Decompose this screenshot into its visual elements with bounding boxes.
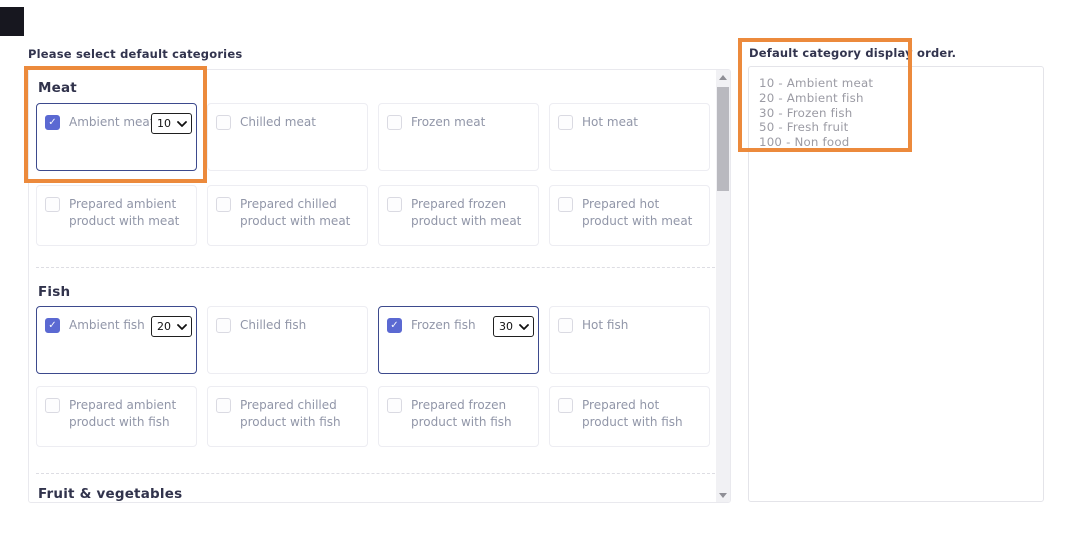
category-card-hot-meat[interactable]: Hot meat [549, 103, 710, 171]
category-card-chilled-meat[interactable]: Chilled meat [207, 103, 368, 171]
sidebar-fragment [0, 7, 24, 36]
section-title-fish: Fish [38, 284, 70, 300]
checkbox-icon[interactable] [45, 398, 60, 413]
chevron-down-icon [177, 324, 187, 330]
order-item: 100 - Non food [759, 135, 1033, 150]
chevron-down-icon [177, 121, 187, 127]
section-title-fruit-vegetables: Fruit & vegetables [38, 486, 182, 502]
fish-row-2: Prepared ambient product with fish Prepa… [36, 386, 710, 447]
category-card-prepared-chilled-fish[interactable]: Prepared chilled product with fish [207, 386, 368, 447]
checkbox-checked-icon[interactable]: ✓ [45, 115, 60, 130]
check-icon: ✓ [48, 118, 56, 128]
category-card-prepared-frozen-meat[interactable]: Prepared frozen product with meat [378, 185, 539, 246]
order-select[interactable]: 10 [151, 113, 192, 134]
checkbox-icon[interactable] [558, 318, 573, 333]
checkbox-icon[interactable] [387, 115, 402, 130]
checkbox-checked-icon[interactable]: ✓ [45, 318, 60, 333]
category-card-frozen-fish[interactable]: ✓ Frozen fish 30 [378, 306, 539, 374]
checkbox-icon[interactable] [387, 398, 402, 413]
category-card-ambient-fish[interactable]: ✓ Ambient fish 20 [36, 306, 197, 374]
meat-row-2: Prepared ambient product with meat Prepa… [36, 185, 710, 246]
chevron-down-icon [519, 324, 529, 330]
scrollbar[interactable] [716, 70, 730, 502]
category-card-prepared-frozen-fish[interactable]: Prepared frozen product with fish [378, 386, 539, 447]
order-select-value: 30 [499, 320, 513, 333]
category-label: Prepared hot product with fish [582, 397, 703, 431]
checkbox-icon[interactable] [216, 197, 231, 212]
category-card-chilled-fish[interactable]: Chilled fish [207, 306, 368, 374]
order-select[interactable]: 30 [493, 316, 534, 337]
fish-row-1: ✓ Ambient fish 20 Chilled fish ✓ Frozen … [36, 306, 710, 374]
checkbox-icon[interactable] [558, 197, 573, 212]
order-item: 50 - Fresh fruit [759, 120, 1033, 135]
meat-row-1: ✓ Ambient meat 10 Chilled meat Frozen me… [36, 103, 710, 171]
order-item: 10 - Ambient meat [759, 76, 1033, 91]
check-icon: ✓ [390, 321, 398, 331]
category-label: Prepared frozen product with meat [411, 196, 532, 230]
checkbox-icon[interactable] [558, 398, 573, 413]
checkbox-checked-icon[interactable]: ✓ [387, 318, 402, 333]
category-label: Ambient meat [69, 114, 157, 131]
checkbox-icon[interactable] [216, 115, 231, 130]
category-label: Hot fish [582, 317, 630, 334]
category-label: Ambient fish [69, 317, 147, 334]
category-label: Prepared hot product with meat [582, 196, 703, 230]
category-label: Prepared ambient product with meat [69, 196, 190, 230]
category-card-prepared-ambient-meat[interactable]: Prepared ambient product with meat [36, 185, 197, 246]
category-label: Prepared chilled product with meat [240, 196, 361, 230]
order-select-value: 20 [157, 320, 171, 333]
scroll-up-button[interactable] [716, 70, 730, 84]
category-label: Chilled fish [240, 317, 308, 334]
checkbox-icon[interactable] [558, 115, 573, 130]
check-icon: ✓ [48, 321, 56, 331]
category-card-prepared-ambient-fish[interactable]: Prepared ambient product with fish [36, 386, 197, 447]
category-card-prepared-hot-fish[interactable]: Prepared hot product with fish [549, 386, 710, 447]
category-card-frozen-meat[interactable]: Frozen meat [378, 103, 539, 171]
category-card-prepared-chilled-meat[interactable]: Prepared chilled product with meat [207, 185, 368, 246]
section-divider [36, 267, 715, 268]
category-label: Frozen meat [411, 114, 487, 131]
section-divider [36, 473, 715, 474]
order-select[interactable]: 20 [151, 316, 192, 337]
checkbox-icon[interactable] [45, 197, 60, 212]
checkbox-icon[interactable] [216, 398, 231, 413]
triangle-up-icon [719, 75, 727, 80]
order-item: 20 - Ambient fish [759, 91, 1033, 106]
order-select-value: 10 [157, 117, 171, 130]
category-label: Prepared frozen product with fish [411, 397, 532, 431]
category-card-prepared-hot-meat[interactable]: Prepared hot product with meat [549, 185, 710, 246]
display-order-panel: 10 - Ambient meat 20 - Ambient fish 30 -… [748, 66, 1044, 502]
category-label: Prepared ambient product with fish [69, 397, 190, 431]
checkbox-icon[interactable] [387, 197, 402, 212]
select-categories-label: Please select default categories [28, 47, 242, 61]
scroll-down-button[interactable] [716, 488, 730, 502]
category-label: Frozen fish [411, 317, 478, 334]
category-label: Chilled meat [240, 114, 318, 131]
category-label: Hot meat [582, 114, 640, 131]
checkbox-icon[interactable] [216, 318, 231, 333]
display-order-label: Default category display order. [749, 46, 956, 60]
section-title-meat: Meat [38, 80, 77, 96]
category-card-hot-fish[interactable]: Hot fish [549, 306, 710, 374]
triangle-down-icon [719, 493, 727, 498]
scrollbar-thumb[interactable] [717, 87, 729, 191]
category-card-ambient-meat[interactable]: ✓ Ambient meat 10 [36, 103, 197, 171]
categories-panel: Meat ✓ Ambient meat 10 Chilled meat Froz… [28, 69, 731, 503]
order-item: 30 - Frozen fish [759, 106, 1033, 121]
category-label: Prepared chilled product with fish [240, 397, 361, 431]
